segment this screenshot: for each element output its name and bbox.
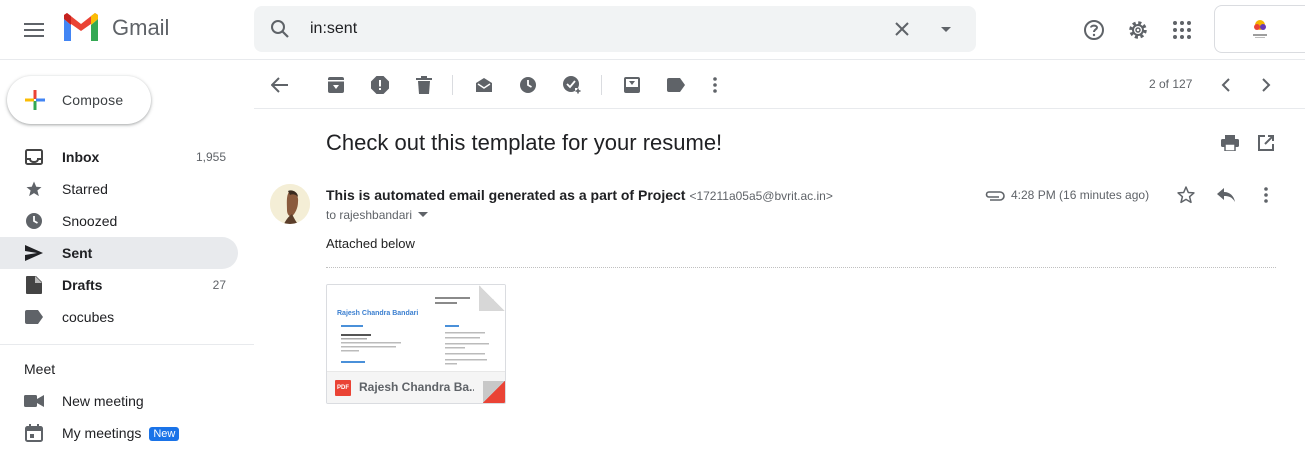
sender-avatar[interactable] [270, 184, 310, 224]
sender-email: <17211a05a5@bvrit.ac.in> [689, 189, 833, 203]
unread-count: 1,955 [195, 150, 226, 164]
star-icon [24, 179, 44, 199]
recipient-line: to rajeshbandari [326, 208, 429, 222]
sidebar-item-label: Sent [62, 245, 93, 261]
attachment-preview: Rajesh Chandra Bandari [327, 285, 505, 371]
snooze-clock-icon[interactable] [512, 69, 544, 101]
apps-grid-icon[interactable] [1162, 10, 1202, 50]
older-chevron-right-icon[interactable] [1250, 69, 1282, 101]
organization-logo-icon [1253, 20, 1267, 38]
mark-unread-icon[interactable] [468, 69, 500, 101]
inbox-icon [24, 147, 44, 167]
support-icon[interactable] [1074, 10, 1114, 50]
print-icon[interactable] [1210, 123, 1250, 163]
sidebar-item-label: New meeting [62, 393, 144, 409]
attachment-preview-title: Rajesh Chandra Bandari [337, 310, 419, 317]
open-in-new-window-icon[interactable] [1246, 123, 1286, 163]
reply-icon[interactable] [1206, 175, 1246, 215]
videocam-icon [24, 391, 44, 411]
message-more-options-icon[interactable] [1246, 175, 1286, 215]
search-options-dropdown-icon[interactable] [934, 17, 958, 46]
search-input[interactable] [310, 16, 870, 42]
settings-gear-icon[interactable] [1118, 10, 1158, 50]
sidebar-item-label: cocubes [62, 309, 115, 325]
star-toggle-icon[interactable] [1166, 175, 1206, 215]
add-to-tasks-icon[interactable] [556, 69, 588, 101]
hamburger-icon [24, 23, 44, 37]
gmail-m-icon [64, 13, 98, 41]
pdf-file-icon: PDF [335, 380, 351, 396]
more-options-icon[interactable] [699, 69, 731, 101]
toolbar-divider [452, 75, 453, 95]
search-icon[interactable] [268, 17, 292, 46]
sidebar-item-starred[interactable]: Starred [0, 173, 238, 205]
email-body: Attached below [326, 236, 415, 251]
attachment-footer: PDF Rajesh Chandra Ba... [327, 371, 505, 403]
sidebar-item-label: Snoozed [62, 213, 118, 229]
gmail-logo[interactable]: Gmail [62, 13, 169, 43]
sidebar-item-snoozed[interactable]: Snoozed [0, 205, 238, 237]
newer-chevron-left-icon[interactable] [1210, 69, 1242, 101]
back-arrow-icon[interactable] [264, 69, 296, 101]
attachment-card[interactable]: Rajesh Chandra Bandari PDF Rajesh Chandr… [326, 284, 506, 404]
delete-trash-icon[interactable] [408, 69, 440, 101]
compose-plus-icon [23, 88, 47, 112]
toolbar-divider [601, 75, 602, 95]
draft-icon [24, 275, 44, 295]
label-tag-icon[interactable] [660, 69, 692, 101]
attachment-filename: Rajesh Chandra Ba... [359, 380, 474, 394]
sidebar-item-label: My meetings [62, 425, 142, 441]
sender-line: This is automated email generated as a p… [326, 187, 833, 203]
report-spam-icon[interactable] [364, 69, 396, 101]
top-bar: Gmail [0, 0, 1305, 60]
compose-label: Compose [62, 92, 124, 108]
message-toolbar: 2 of 127 [254, 61, 1305, 109]
compose-button[interactable]: Compose [7, 76, 151, 124]
search-bar [254, 6, 976, 52]
clear-search-icon[interactable] [890, 17, 914, 46]
recipient-text: to rajeshbandari [326, 208, 413, 222]
sidebar-item-my-meetings[interactable]: My meetings New [0, 417, 238, 449]
send-icon [24, 243, 44, 263]
calendar-icon [24, 423, 44, 443]
move-to-icon[interactable] [616, 69, 648, 101]
sidebar-divider [0, 344, 254, 345]
clock-icon [24, 211, 44, 231]
attachment-paperclip-icon [985, 189, 1005, 207]
new-badge: New [149, 427, 180, 441]
sender-name[interactable]: This is automated email generated as a p… [326, 187, 685, 203]
sidebar-item-sent[interactable]: Sent [0, 237, 238, 269]
sidebar-item-label: Starred [62, 181, 108, 197]
pagination-count: 2 of 127 [1149, 77, 1193, 91]
email-subject: Check out this template for your resume! [326, 130, 723, 155]
sidebar-item-drafts[interactable]: Drafts 27 [0, 269, 238, 301]
archive-icon[interactable] [320, 69, 352, 101]
email-timestamp: 4:28 PM (16 minutes ago) [1011, 188, 1150, 202]
sidebar-item-new-meeting[interactable]: New meeting [0, 385, 238, 417]
page-fold-corner [479, 285, 505, 311]
sidebar: Compose Inbox 1,955 Starred Snoozed Sent… [0, 61, 254, 453]
gmail-wordmark: Gmail [112, 15, 170, 40]
label-icon [24, 307, 44, 327]
sidebar-item-cocubes[interactable]: cocubes [0, 301, 238, 333]
account-switcher[interactable] [1214, 5, 1305, 53]
attachments-divider [326, 267, 1276, 268]
draft-count: 27 [212, 278, 226, 292]
sidebar-item-label: Inbox [62, 149, 100, 165]
recipient-details-dropdown-icon[interactable] [418, 212, 429, 218]
main-menu-button[interactable] [14, 10, 54, 50]
pdf-corner-flag [483, 381, 505, 403]
sidebar-item-label: Drafts [62, 277, 103, 293]
sidebar-item-label-with-badge: My meetings New [62, 425, 180, 442]
meet-section-title: Meet [24, 361, 56, 377]
sidebar-item-inbox[interactable]: Inbox 1,955 [0, 141, 238, 173]
